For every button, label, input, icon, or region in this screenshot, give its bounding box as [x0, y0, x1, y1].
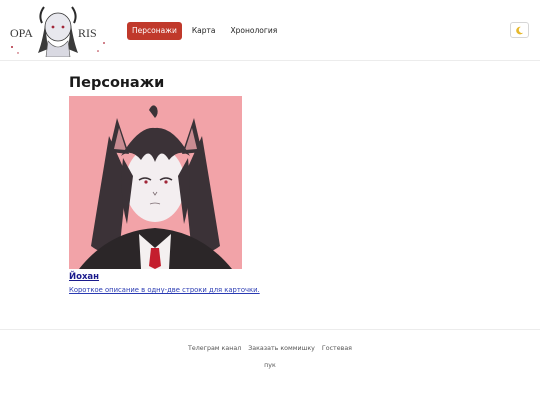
site-logo[interactable]: OPA RIS [8, 3, 108, 57]
character-portrait-image [69, 96, 242, 269]
nav-item-timeline[interactable]: Хронология [226, 22, 283, 40]
footer-link-guestbook[interactable]: Гостевая [322, 345, 352, 352]
site-header: OPA RIS Персонажи Карта Хронология [0, 0, 540, 61]
svg-text:RIS: RIS [78, 26, 97, 40]
theme-toggle-button[interactable] [510, 22, 529, 38]
nav-item-map[interactable]: Карта [187, 22, 221, 40]
character-name-link[interactable]: Йохан [69, 272, 242, 282]
footer-link-telegram[interactable]: Телеграм канал [188, 345, 241, 352]
character-card: Йохан Короткое описание в одну-две строк… [69, 96, 260, 294]
character-description-link[interactable]: Короткое описание в одну-две строки для … [69, 286, 260, 294]
moon-icon [516, 26, 524, 34]
site-footer: Телеграм канал Заказать коммишку Гостева… [0, 329, 540, 405]
page-title: Персонажи [69, 75, 165, 91]
main-nav: Персонажи Карта Хронология [127, 22, 282, 40]
logo-text: OPA [10, 26, 33, 40]
character-portrait[interactable] [69, 96, 242, 269]
nav-item-characters[interactable]: Персонажи [127, 22, 182, 40]
logo-illustration: OPA RIS [10, 6, 105, 57]
footer-links: Телеграм канал Заказать коммишку Гостева… [0, 345, 540, 352]
footer-note: пук [264, 362, 276, 369]
footer-link-commission[interactable]: Заказать коммишку [248, 345, 315, 352]
